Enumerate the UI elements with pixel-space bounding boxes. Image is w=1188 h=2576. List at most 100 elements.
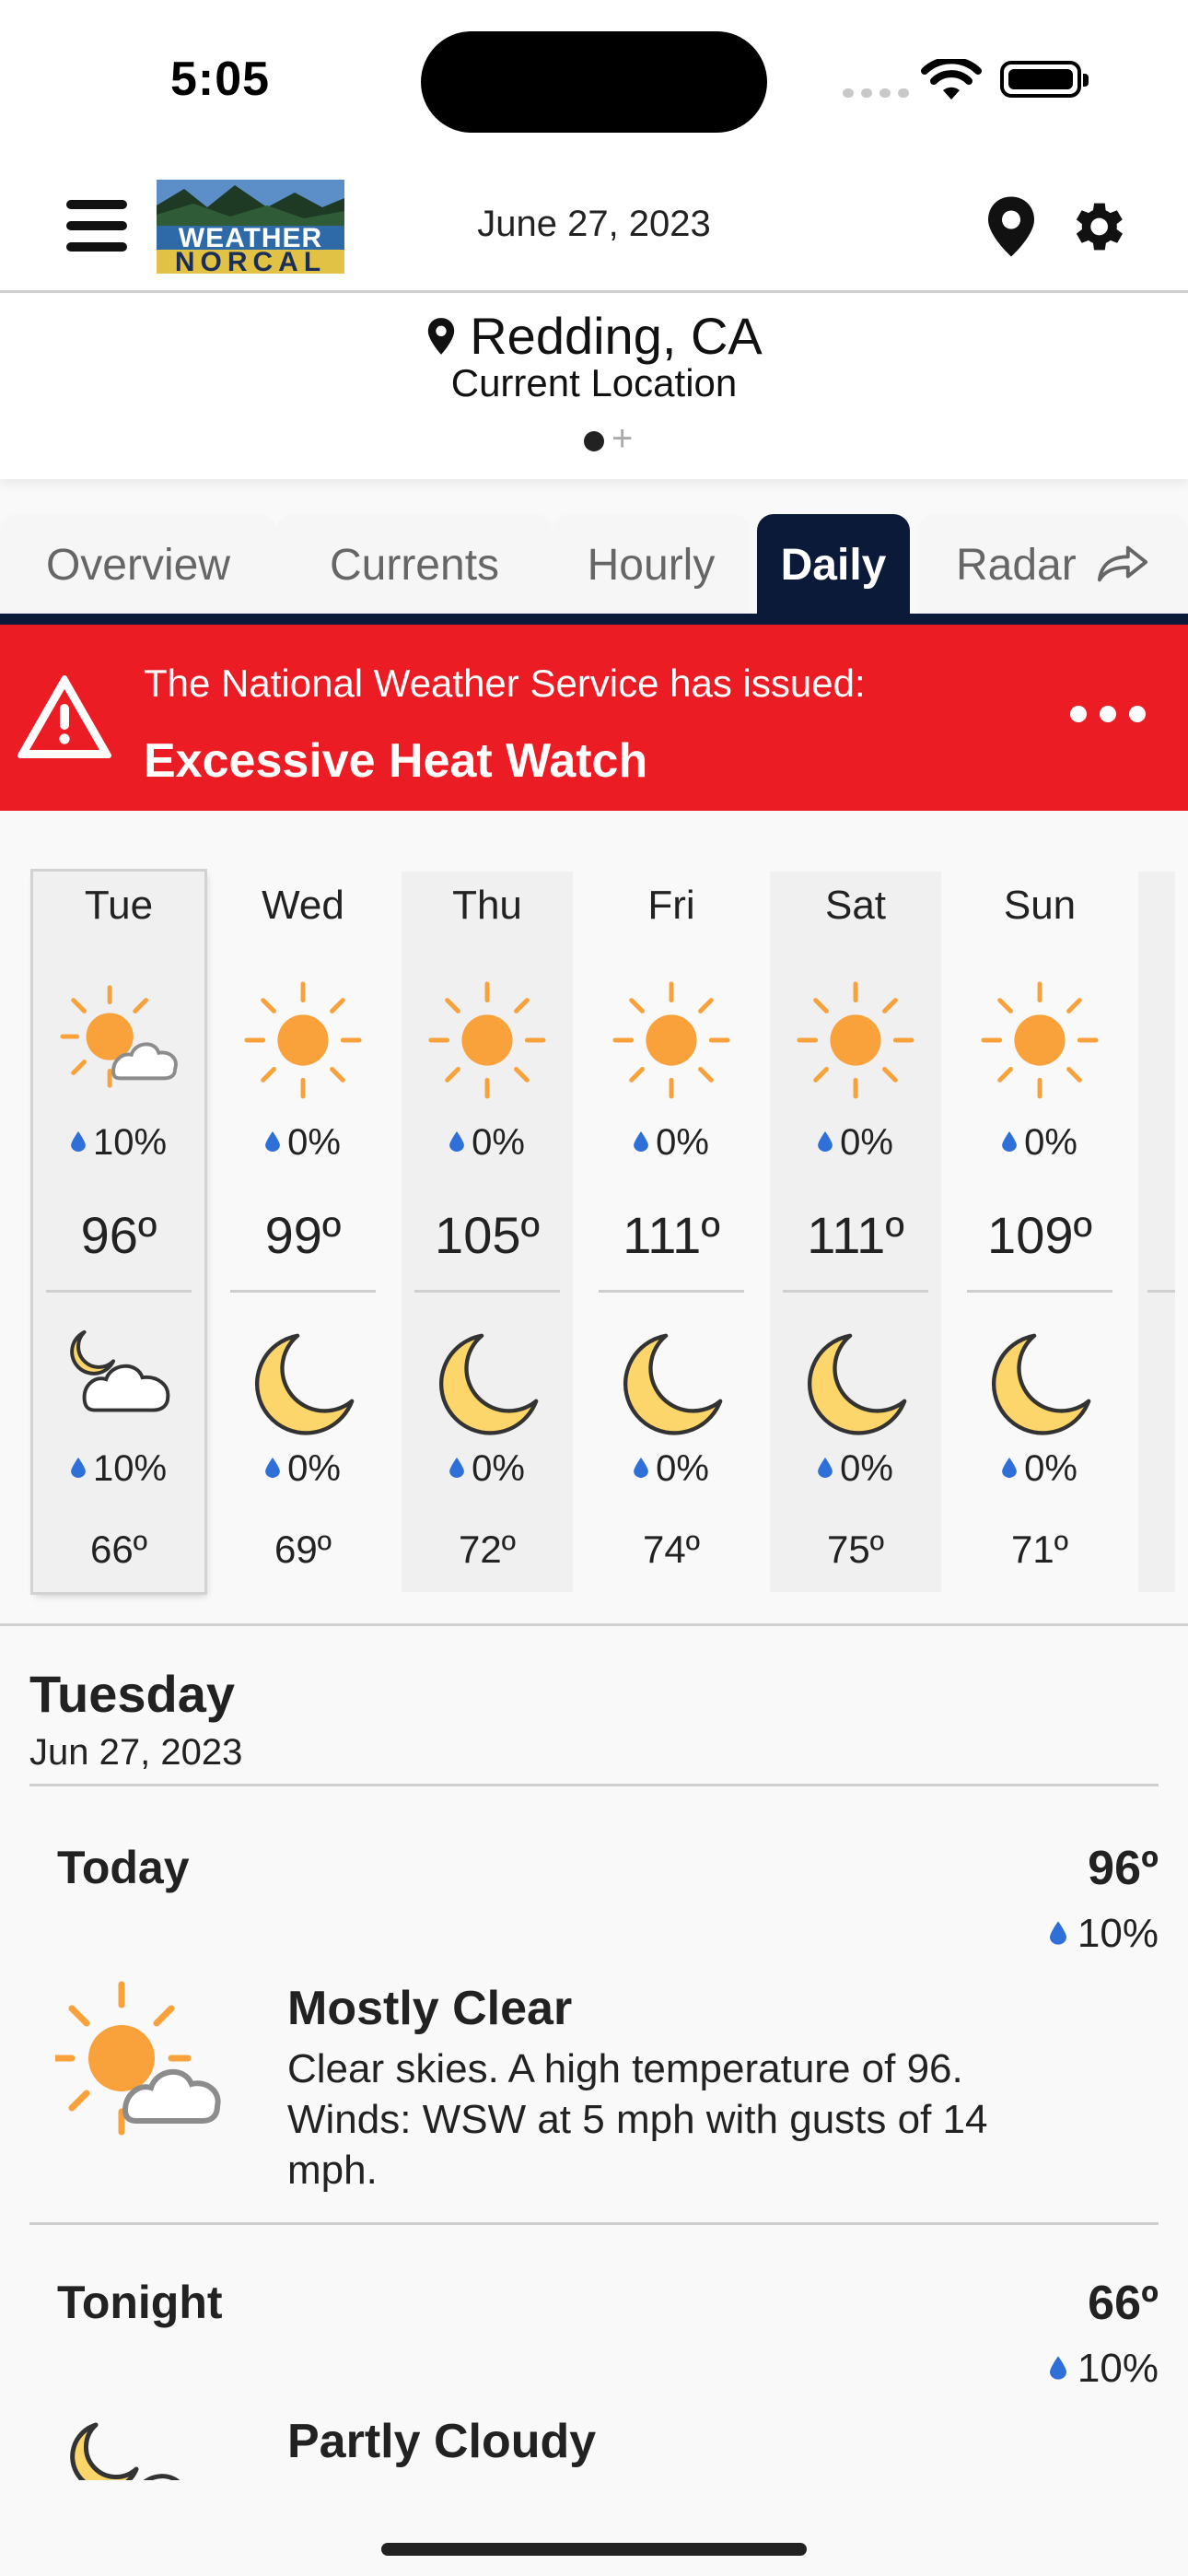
day-precip: 0% (402, 1122, 573, 1164)
day-name: Fri (647, 883, 695, 928)
column-divider (783, 1290, 928, 1293)
sun-icon (428, 981, 546, 1099)
tab-bar: Overview Currents Hourly Daily Radar (0, 514, 1188, 614)
night-precip: 0% (954, 1448, 1125, 1490)
tab-overview[interactable]: Overview (0, 514, 276, 614)
dynamic-island (421, 31, 767, 133)
column-divider (967, 1290, 1112, 1293)
raindrop-icon (1049, 2356, 1066, 2380)
period-today-label: Today (57, 1842, 190, 1893)
location-panel: Redding, CA Current Location + (0, 293, 1188, 479)
weather-alert-banner[interactable]: The National Weather Service has issued:… (0, 625, 1188, 811)
moon-icon (623, 1333, 723, 1435)
next-day-column-edge[interactable] (1138, 872, 1175, 1592)
column-divider (599, 1290, 744, 1293)
location-row[interactable]: Redding, CA (0, 306, 1188, 366)
day-icon-wrap (611, 980, 731, 1105)
night-precip: 0% (402, 1448, 573, 1490)
day-column-thu[interactable]: Thu 0% 105º 0% 72º (402, 872, 573, 1592)
tab-hourly[interactable]: Hourly (553, 514, 750, 614)
raindrop-icon (71, 1131, 86, 1153)
day-icon-wrap (427, 980, 547, 1105)
raindrop-icon (634, 1131, 648, 1153)
tab-daily[interactable]: Daily (757, 514, 910, 614)
location-subtitle: Current Location (450, 361, 738, 404)
night-icon-wrap (243, 1325, 363, 1449)
low-temp: 69º (274, 1528, 332, 1571)
day-precip: 0% (586, 1122, 757, 1164)
period-tonight-precip: 10% (1049, 2346, 1159, 2392)
low-temp: 66º (89, 1528, 148, 1571)
section-divider (0, 1623, 1188, 1626)
partly-cloudy-night-icon (70, 2422, 180, 2480)
raindrop-icon (818, 1131, 833, 1153)
raindrop-icon (634, 1458, 648, 1479)
day-column-wed[interactable]: Wed 0% 99º 0% 69º (217, 872, 389, 1592)
add-location-button[interactable]: + (611, 420, 633, 457)
raindrop-icon (449, 1458, 464, 1479)
day-column-sat[interactable]: Sat 0% 111º 0% 75º (770, 872, 941, 1592)
day-precip: 0% (770, 1122, 941, 1164)
period-today-precip: 10% (1049, 1911, 1159, 1957)
moon-icon (808, 1333, 907, 1435)
tab-radar[interactable]: Radar (917, 514, 1188, 614)
night-icon-wrap (980, 1325, 1100, 1449)
partly-sunny-icon (60, 985, 178, 1088)
day-column-tue[interactable]: Tue 10% 96º 10% 66º (33, 872, 204, 1592)
period-today-condition: Mostly Clear (287, 1982, 573, 2035)
day-icon-wrap (980, 980, 1100, 1105)
sun-icon (981, 981, 1099, 1099)
night-icon-wrap (59, 1325, 179, 1449)
period-tonight-temp: 66º (1088, 2277, 1159, 2330)
app-header: WEATHER NORCAL June 27, 2023 (0, 161, 1188, 293)
column-divider (230, 1290, 376, 1293)
low-temp: 72º (458, 1528, 517, 1571)
wifi-icon (921, 59, 982, 100)
high-temp: 99º (264, 1206, 342, 1264)
location-pin-icon[interactable] (984, 194, 1039, 259)
night-precip: 0% (217, 1448, 389, 1490)
raindrop-icon (449, 1131, 464, 1153)
page-indicator-dot (584, 431, 604, 451)
column-divider (414, 1290, 560, 1293)
period-tonight-condition: Partly Cloudy (287, 2415, 597, 2468)
period-divider (29, 2222, 1159, 2225)
day-name: Tue (84, 883, 154, 928)
cellular-signal-icon (843, 88, 909, 98)
sun-icon (612, 981, 730, 1099)
day-name: Sat (824, 883, 887, 928)
status-time: 5:05 (170, 53, 271, 106)
alert-intro: The National Weather Service has issued: (144, 662, 866, 705)
partly-sunny-icon (55, 1981, 221, 2136)
daily-forecast-strip: Tue 10% 96º 10% 66º Wed 0% 99º 0% 69º Th… (0, 872, 1188, 1592)
night-precip: 10% (33, 1448, 204, 1490)
high-temp: 111º (807, 1206, 904, 1264)
high-temp: 111º (623, 1206, 720, 1264)
location-city: Redding, CA (470, 307, 763, 365)
settings-gear-icon[interactable] (1065, 194, 1129, 259)
home-indicator (381, 2543, 807, 2556)
raindrop-icon (1002, 1458, 1017, 1479)
day-name: Thu (452, 883, 522, 928)
night-icon-wrap (611, 1325, 731, 1449)
day-precip: 0% (954, 1122, 1125, 1164)
day-column-fri[interactable]: Fri 0% 111º 0% 74º (586, 872, 757, 1592)
high-temp: 109º (987, 1206, 1092, 1264)
sun-icon (797, 981, 914, 1099)
moon-icon (255, 1333, 355, 1435)
day-column-sun[interactable]: Sun 0% 109º 0% 71º (954, 872, 1125, 1592)
day-icon-wrap (796, 980, 915, 1105)
tab-currents[interactable]: Currents (276, 514, 553, 614)
sun-icon (244, 981, 362, 1099)
raindrop-icon (265, 1458, 280, 1479)
night-precip: 0% (586, 1448, 757, 1490)
day-precip: 0% (217, 1122, 389, 1164)
partly-cloudy-night-icon (70, 1329, 170, 1412)
moon-icon (992, 1333, 1091, 1435)
raindrop-icon (71, 1458, 86, 1479)
more-options-icon[interactable] (1070, 706, 1146, 722)
raindrop-icon (1049, 1921, 1066, 1945)
period-today-description: Clear skies. A high temperature of 96. W… (287, 2046, 988, 2193)
high-temp: 96º (80, 1206, 157, 1264)
tab-underline (0, 614, 1188, 625)
